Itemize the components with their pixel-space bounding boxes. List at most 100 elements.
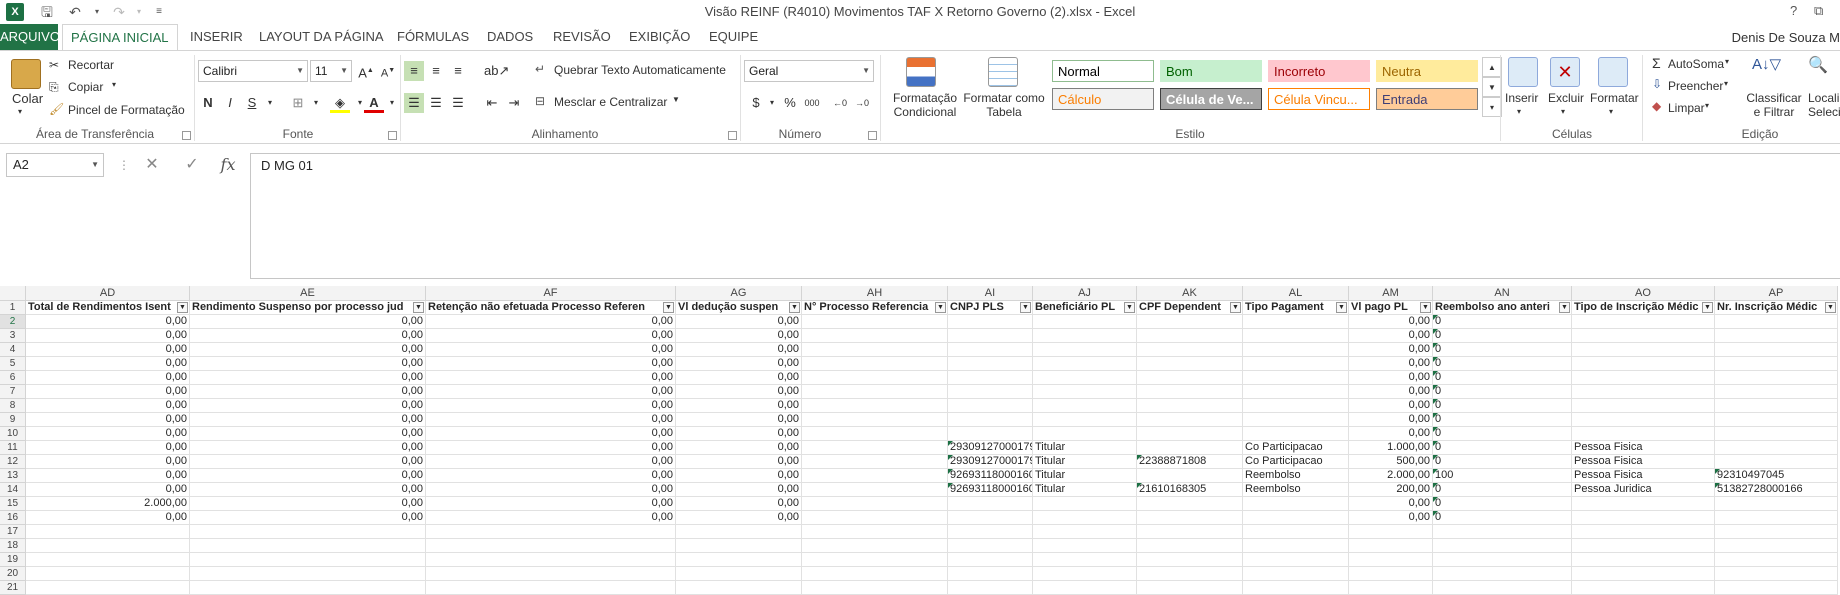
table-cell[interactable]: 0 — [1433, 511, 1572, 525]
table-cell[interactable] — [1433, 539, 1572, 553]
currency-dropdown-icon[interactable]: ▾ — [762, 93, 782, 113]
copy-button[interactable]: Copiar — [68, 80, 103, 94]
alignment-launcher-icon[interactable] — [728, 131, 737, 140]
table-cell[interactable] — [1715, 399, 1838, 413]
table-cell[interactable]: 100 — [1433, 469, 1572, 483]
table-cell[interactable]: 0,00 — [26, 371, 190, 385]
table-cell[interactable]: 0,00 — [1349, 315, 1433, 329]
table-cell[interactable]: 0,00 — [676, 343, 802, 357]
table-cell[interactable]: 0,00 — [190, 497, 426, 511]
clear-dropdown-icon[interactable]: ▾ — [1705, 101, 1709, 110]
column-header-aj[interactable]: AJ — [1033, 286, 1137, 301]
table-cell[interactable]: 0 — [1433, 399, 1572, 413]
table-cell[interactable]: 1.000,00 — [1349, 441, 1433, 455]
table-cell[interactable]: 0,00 — [1349, 329, 1433, 343]
table-cell[interactable] — [190, 539, 426, 553]
table-cell[interactable]: 0,00 — [676, 441, 802, 455]
table-cell[interactable]: Titular — [1033, 455, 1137, 469]
style-good[interactable]: Bom — [1160, 60, 1262, 82]
table-cell[interactable]: 0,00 — [190, 343, 426, 357]
row-header[interactable]: 8 — [0, 399, 26, 413]
table-cell[interactable] — [426, 581, 676, 595]
table-cell[interactable] — [1243, 511, 1349, 525]
table-cell[interactable] — [1033, 497, 1137, 511]
table-cell[interactable]: 0 — [1433, 371, 1572, 385]
table-cell[interactable] — [802, 469, 948, 483]
merge-center-button[interactable]: Mesclar e Centralizar — [554, 95, 667, 109]
paste-dropdown-icon[interactable]: ▾ — [18, 107, 22, 116]
table-cell[interactable] — [676, 539, 802, 553]
table-cell[interactable] — [426, 525, 676, 539]
table-cell[interactable] — [1137, 371, 1243, 385]
orientation-icon[interactable]: ab↗ — [484, 61, 509, 81]
table-cell[interactable] — [1572, 497, 1715, 511]
row-header[interactable]: 1 — [0, 301, 26, 315]
align-left-icon[interactable]: ☰ — [404, 93, 424, 113]
table-cell[interactable]: Titular — [1033, 483, 1137, 497]
table-cell[interactable]: 92310497045 — [1715, 469, 1838, 483]
table-cell[interactable]: 0,00 — [1349, 343, 1433, 357]
table-cell[interactable]: 0 — [1433, 329, 1572, 343]
table-cell[interactable]: 0 — [1433, 441, 1572, 455]
table-cell[interactable]: 0,00 — [190, 371, 426, 385]
tab-file[interactable]: ARQUIVO — [0, 24, 60, 50]
table-cell[interactable] — [26, 525, 190, 539]
row-header[interactable]: 14 — [0, 483, 26, 497]
row-header[interactable]: 15 — [0, 497, 26, 511]
format-cells-button[interactable]: Formatar — [1590, 91, 1639, 105]
table-cell[interactable] — [1137, 567, 1243, 581]
table-cell[interactable] — [1715, 413, 1838, 427]
table-cell[interactable] — [1715, 539, 1838, 553]
increase-font-icon[interactable]: A▲ — [356, 61, 376, 81]
table-cell[interactable] — [1715, 581, 1838, 595]
style-normal[interactable]: Normal — [1052, 60, 1154, 82]
table-cell[interactable] — [802, 427, 948, 441]
filter-dropdown-icon[interactable]: ▼ — [1020, 302, 1031, 313]
table-cell[interactable] — [1433, 525, 1572, 539]
row-header[interactable]: 2 — [0, 315, 26, 329]
table-cell[interactable]: 0,00 — [426, 483, 676, 497]
column-header-an[interactable]: AN — [1433, 286, 1572, 301]
table-cell[interactable] — [1137, 497, 1243, 511]
table-cell[interactable]: 0,00 — [190, 315, 426, 329]
table-cell[interactable] — [1033, 329, 1137, 343]
font-launcher-icon[interactable] — [388, 131, 397, 140]
table-cell[interactable]: 0 — [1433, 385, 1572, 399]
table-header-cell[interactable]: Retenção não efetuada Processo Referen ▼ — [426, 301, 676, 315]
gallery-more-icon[interactable]: ▾ — [1482, 97, 1502, 117]
gallery-up-icon[interactable]: ▲ — [1482, 57, 1502, 77]
increase-indent-icon[interactable]: ⇥ — [504, 93, 524, 113]
row-header[interactable]: 11 — [0, 441, 26, 455]
table-cell[interactable] — [676, 567, 802, 581]
table-cell[interactable] — [948, 385, 1033, 399]
format-cells-icon[interactable] — [1598, 57, 1628, 87]
table-cell[interactable] — [1137, 427, 1243, 441]
format-as-table-button[interactable]: Formatar como Tabela — [962, 91, 1046, 119]
table-cell[interactable]: 29309127000179 — [948, 441, 1033, 455]
table-cell[interactable] — [1572, 357, 1715, 371]
table-cell[interactable] — [802, 581, 948, 595]
table-cell[interactable] — [802, 357, 948, 371]
column-header-ai[interactable]: AI — [948, 286, 1033, 301]
table-cell[interactable] — [1137, 581, 1243, 595]
table-cell[interactable] — [802, 511, 948, 525]
underline-dropdown-icon[interactable]: ▾ — [260, 93, 280, 113]
italic-button[interactable]: I — [220, 93, 240, 113]
cut-icon[interactable]: ✂ — [49, 58, 59, 72]
table-cell[interactable] — [802, 525, 948, 539]
autosum-button[interactable]: AutoSoma — [1668, 57, 1724, 71]
row-header[interactable]: 10 — [0, 427, 26, 441]
table-cell[interactable] — [1349, 525, 1433, 539]
table-cell[interactable]: 0,00 — [426, 413, 676, 427]
table-cell[interactable]: 0 — [1433, 497, 1572, 511]
table-header-cell[interactable]: Vl dedução suspen ▼ — [676, 301, 802, 315]
table-cell[interactable]: 29309127000179 — [948, 455, 1033, 469]
table-cell[interactable]: 0,00 — [676, 371, 802, 385]
eraser-icon[interactable]: ◆ — [1652, 99, 1661, 113]
table-cell[interactable] — [1243, 427, 1349, 441]
tab-home[interactable]: PÁGINA INICIAL — [62, 24, 178, 50]
table-cell[interactable] — [802, 567, 948, 581]
table-cell[interactable]: Titular — [1033, 441, 1137, 455]
align-middle-icon[interactable]: ≡ — [426, 61, 446, 81]
table-cell[interactable] — [948, 539, 1033, 553]
